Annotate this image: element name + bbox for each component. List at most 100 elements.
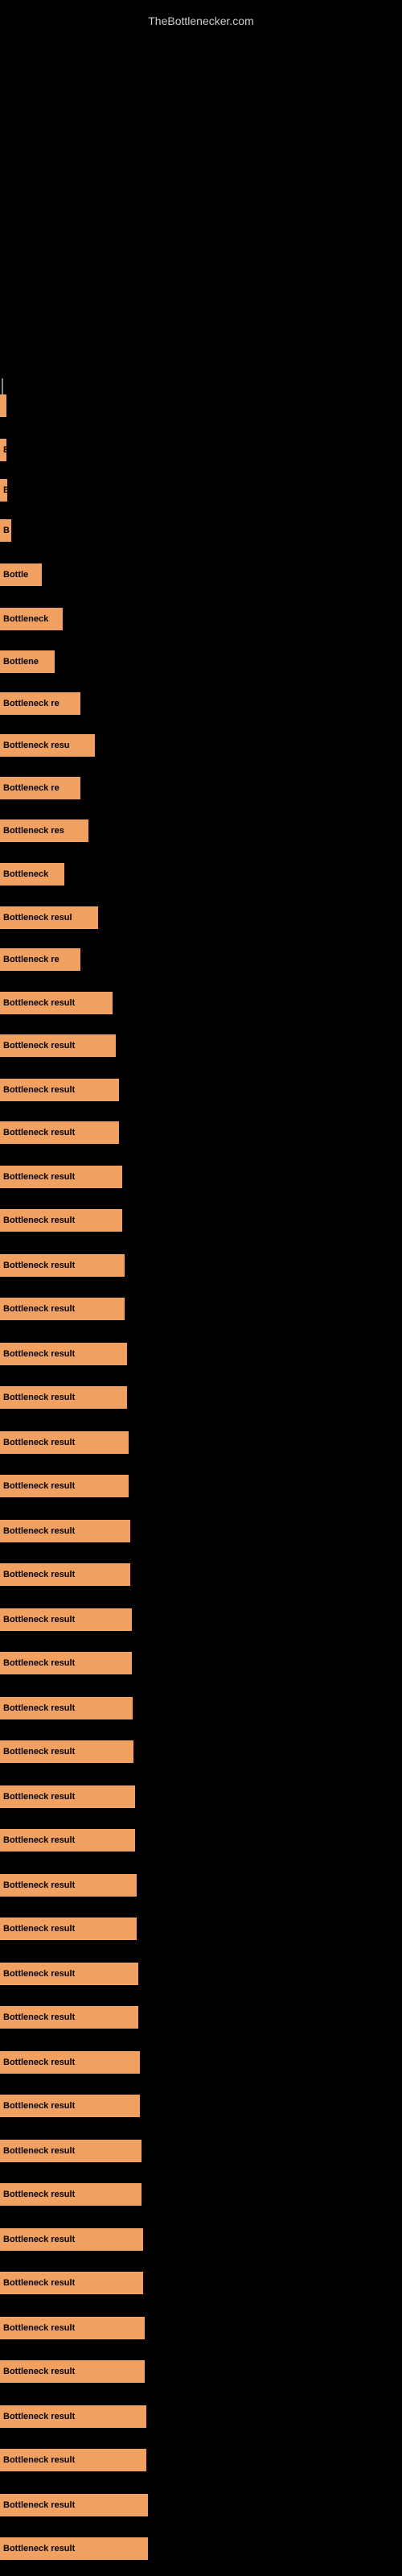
bar-label: Bottleneck re	[3, 783, 59, 793]
bottleneck-bar: Bottleneck result	[0, 2140, 142, 2162]
bar-label: Bottleneck result	[3, 2455, 75, 2465]
bottleneck-bar: Bottleneck result	[0, 1475, 129, 1497]
bar-label: Bottleneck result	[3, 2412, 75, 2421]
bar-label: Bottleneck result	[3, 1128, 75, 1137]
bottleneck-bar: Bottleneck re	[0, 948, 80, 971]
bar-container: Bottleneck result	[0, 2272, 143, 2294]
bar-label: Bottleneck result	[3, 1172, 75, 1182]
bottleneck-bar: Bottleneck result	[0, 1034, 116, 1057]
bottleneck-bar: Bottleneck result	[0, 2405, 146, 2428]
bar-container: Bottleneck	[0, 863, 64, 886]
bar-container: Bottleneck result	[0, 2006, 138, 2029]
bottleneck-bar: Bottleneck result	[0, 1520, 130, 1542]
bar-label: Bottleneck	[3, 869, 48, 879]
bar-container: Bottleneck result	[0, 1166, 122, 1188]
bar-label: Bottleneck res	[3, 826, 64, 836]
bar-container: Bottleneck result	[0, 1254, 125, 1277]
bar-container: Bottleneck result	[0, 2228, 143, 2251]
bottleneck-bar: Bottleneck result	[0, 1829, 135, 1852]
bar-label: Bottleneck result	[3, 1880, 75, 1890]
bar-container: Bottleneck result	[0, 992, 113, 1014]
bar-container: Bottleneck result	[0, 1079, 119, 1101]
bar-label: Bottleneck result	[3, 1481, 75, 1491]
bottleneck-bar: Bottleneck result	[0, 1963, 138, 1985]
bar-label: B	[3, 445, 6, 455]
bar-container: Bottleneck result	[0, 1740, 133, 1763]
bottleneck-bar: Bottleneck result	[0, 1209, 122, 1232]
bar-container: Bottleneck re	[0, 777, 80, 799]
bar-container: Bottleneck result	[0, 2140, 142, 2162]
bar-container: Bottlene	[0, 650, 55, 673]
bar-label: Bottleneck re	[3, 699, 59, 708]
bar-label: Bottleneck result	[3, 1570, 75, 1579]
bar-container: Bottleneck result	[0, 1520, 130, 1542]
bar-container: Bottleneck result	[0, 1563, 130, 1586]
bottleneck-bar: Bottleneck result	[0, 1166, 122, 1188]
bar-container: Bottleneck result	[0, 1209, 122, 1232]
bar-label: Bottleneck result	[3, 1526, 75, 1536]
bottleneck-bar: Bottleneck	[0, 608, 63, 630]
bottleneck-bar: Bottleneck re	[0, 777, 80, 799]
bar-label: Bottleneck result	[3, 1085, 75, 1095]
bottleneck-bar: Bottleneck result	[0, 2317, 145, 2339]
bar-label: Bottleneck result	[3, 2544, 75, 2553]
bar-container: Bottleneck result	[0, 1829, 135, 1852]
bar-label: Bottleneck result	[3, 1216, 75, 1225]
bar-container: Bottleneck result	[0, 1386, 127, 1409]
bottleneck-bar: Bottleneck result	[0, 1254, 125, 1277]
bar-container: Bottleneck result	[0, 2317, 145, 2339]
bar-container: Bottleneck result	[0, 1608, 132, 1631]
bar-container: Bottleneck res	[0, 819, 88, 842]
bar-label: B	[3, 485, 7, 495]
bottleneck-bar: Bottleneck result	[0, 2449, 146, 2471]
bottleneck-bar: Bottlene	[0, 650, 55, 673]
bar-label: Bottleneck result	[3, 1658, 75, 1668]
bar-container: Bottleneck re	[0, 692, 80, 715]
bar-label: Bottleneck result	[3, 1924, 75, 1934]
bar-container: Bottleneck result	[0, 1697, 133, 1719]
bar-label: Bottlene	[3, 657, 39, 667]
bottleneck-bar	[0, 394, 6, 417]
bottleneck-bar: Bottleneck result	[0, 2183, 142, 2206]
bar-container: Bottleneck result	[0, 1121, 119, 1144]
bar-container: Bottleneck result	[0, 2405, 146, 2428]
bar-label: Bottleneck result	[3, 1792, 75, 1802]
bottleneck-bar: Bottleneck result	[0, 1785, 135, 1808]
bar-container: Bottleneck result	[0, 2449, 146, 2471]
bottleneck-bar: Bottleneck result	[0, 2272, 143, 2294]
bottleneck-bar: Bottleneck result	[0, 1431, 129, 1454]
bar-label: Bottleneck result	[3, 1438, 75, 1447]
bottleneck-bar: Bottleneck result	[0, 1608, 132, 1631]
bottleneck-bar: Bottleneck	[0, 863, 64, 886]
bar-label: Bottleneck result	[3, 2190, 75, 2199]
bottleneck-bar: Bottleneck result	[0, 1343, 127, 1365]
bar-label: B	[3, 526, 10, 535]
bar-label: Bottleneck result	[3, 1747, 75, 1757]
bottleneck-bar: Bottleneck result	[0, 1740, 133, 1763]
bar-container: Bottle	[0, 564, 42, 586]
bar-label: Bottleneck result	[3, 2101, 75, 2111]
bottleneck-bar: Bottleneck result	[0, 1079, 119, 1101]
bar-container: Bottleneck result	[0, 1431, 129, 1454]
bottleneck-bar: Bottleneck result	[0, 1697, 133, 1719]
bottleneck-bar: B	[0, 479, 7, 502]
bottleneck-bar: Bottleneck re	[0, 692, 80, 715]
bar-label: Bottle	[3, 570, 28, 580]
site-title: TheBottlenecker.com	[0, 6, 402, 35]
bar-container: B	[0, 519, 11, 542]
bottleneck-bar: B	[0, 519, 11, 542]
bottleneck-bar: Bottleneck resu	[0, 734, 95, 757]
bar-container: B	[0, 479, 7, 502]
bar-container	[0, 394, 6, 417]
bottleneck-bar: Bottleneck result	[0, 2051, 140, 2074]
bar-container: Bottleneck result	[0, 1475, 129, 1497]
bar-container: Bottleneck result	[0, 1343, 127, 1365]
bar-container: Bottleneck result	[0, 1785, 135, 1808]
bar-label: Bottleneck result	[3, 1041, 75, 1051]
bar-label: Bottleneck result	[3, 1349, 75, 1359]
bar-container: Bottleneck result	[0, 2494, 148, 2516]
bar-label: Bottleneck result	[3, 1261, 75, 1270]
bottleneck-bar: Bottleneck result	[0, 2095, 140, 2117]
bar-label: Bottleneck result	[3, 1615, 75, 1624]
bar-label: Bottleneck result	[3, 2235, 75, 2244]
